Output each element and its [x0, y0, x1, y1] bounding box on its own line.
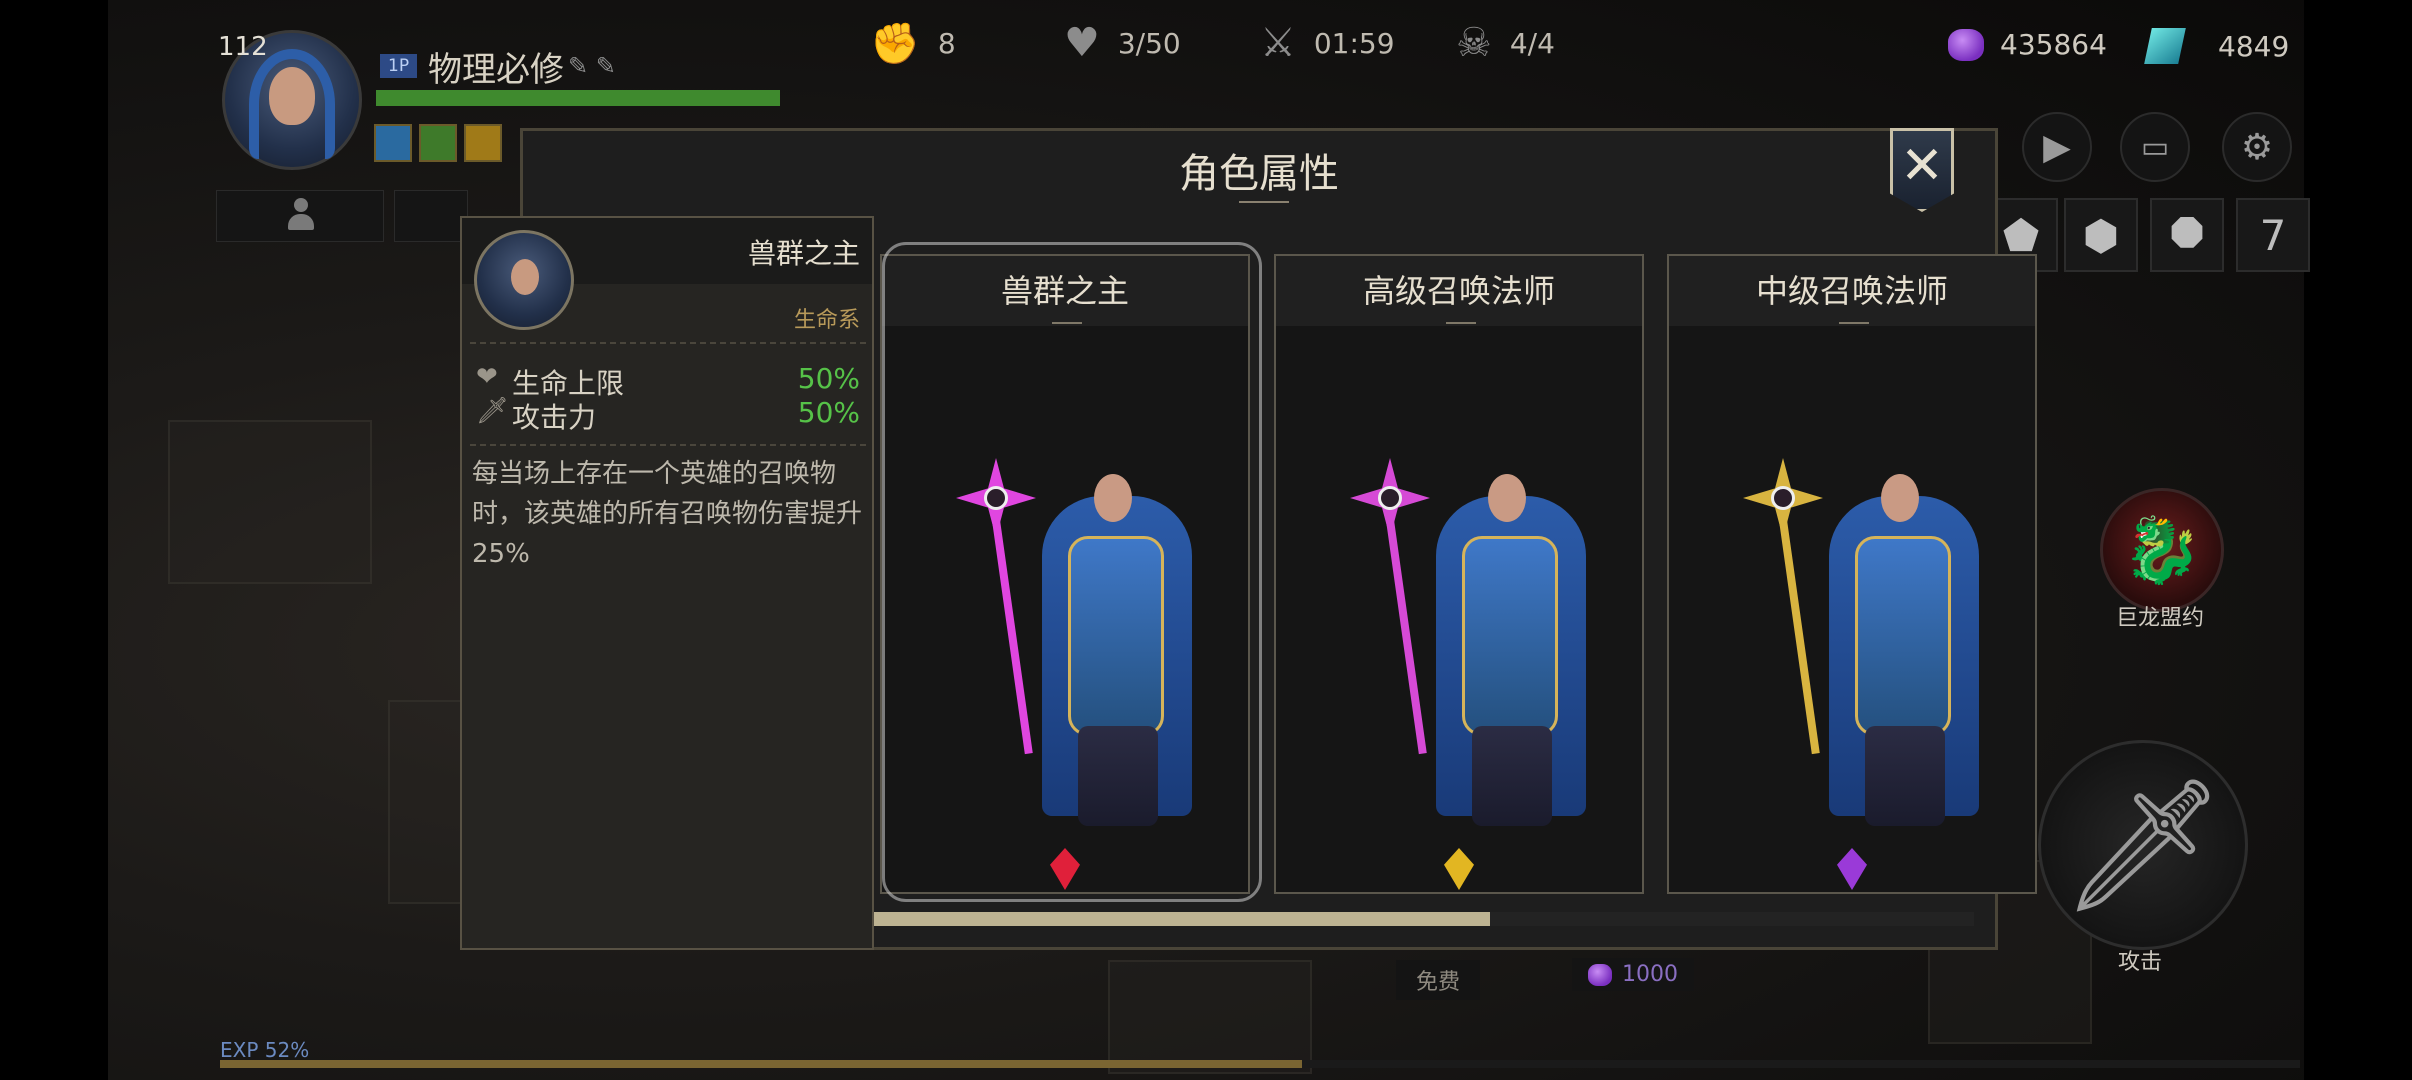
buff-row — [374, 124, 502, 162]
dialog-title: 角色属性 — [1179, 151, 1339, 197]
skull-icon: ☠ — [1456, 20, 1492, 66]
hero-legs — [1472, 726, 1552, 826]
tab-secondary[interactable] — [394, 190, 468, 242]
floor-tile — [168, 420, 372, 584]
hero-legs — [1865, 726, 1945, 826]
stat-value: 4/4 — [1509, 26, 1555, 60]
buff-icon[interactable] — [419, 124, 457, 162]
exp-label: EXP 52% — [220, 1038, 310, 1062]
hero-dress — [1462, 536, 1558, 736]
attack-button[interactable]: 🗡 — [2038, 740, 2248, 950]
avatar-face — [269, 67, 315, 125]
octagon-icon: ⯃ — [2170, 210, 2204, 259]
currency-value: 435864 — [2000, 28, 2107, 61]
skill-slot[interactable]: ⬢ — [2064, 198, 2138, 272]
hero-figure — [1276, 346, 1642, 826]
title-ornament — [1239, 201, 1289, 213]
skill-slot-7[interactable]: 7 — [2236, 198, 2310, 272]
free-label: 免费 — [1396, 960, 1481, 1000]
card-title: 高级召唤法师 — [1362, 272, 1555, 310]
divider — [470, 342, 866, 344]
fist-icon: ✊ — [870, 21, 920, 67]
title-badges-icon: ✎ ✎ — [568, 52, 616, 80]
person-icon — [286, 198, 316, 232]
player-level: 112 — [218, 32, 268, 62]
skin-card[interactable]: 中级召唤法师 — [1667, 254, 2037, 894]
currency-gems[interactable]: 435864 — [1948, 28, 2107, 61]
attack-label: 攻击 — [2117, 950, 2162, 975]
sword-icon: 🗡 — [476, 396, 510, 426]
hero-info-panel: 兽群之主 生命系 ❤ 生命上限 50% 🗡 攻击力 50% 每当场上存在一个英雄… — [460, 216, 874, 950]
purple-gem-icon — [1588, 963, 1612, 986]
hp-bar — [376, 90, 780, 106]
hero-portrait — [474, 230, 574, 330]
stat-value: 3/50 — [1117, 26, 1181, 60]
stat-row-hp: ❤ 生命上限 50% — [476, 362, 860, 400]
staff-eye-icon — [1771, 486, 1795, 510]
hero-dress — [1855, 536, 1951, 736]
rarity-gem-icon — [1444, 848, 1474, 890]
play-icon: ▶ — [2043, 126, 2071, 168]
card-ornament — [1839, 322, 1869, 330]
player-name: 物理必修 — [428, 50, 564, 90]
hero-name: 兽群之主 — [747, 237, 860, 270]
gear-icon: ⚙ — [2240, 126, 2274, 168]
sword-icon: 🗡 — [2060, 768, 2226, 921]
card-ornament — [1446, 322, 1476, 330]
buff-icon[interactable] — [374, 124, 412, 162]
dragon-icon: 🐉 — [2122, 513, 2202, 588]
stat-name: 攻击力 — [512, 401, 597, 434]
stat-wave: ☠ 4/4 — [1456, 20, 1555, 66]
dragon-pact-button[interactable]: 🐉 — [2100, 488, 2224, 612]
hp-bar-fill — [376, 90, 780, 106]
stat-timer: ⚔ 01:59 — [1260, 20, 1395, 66]
staff-pole — [1777, 505, 1820, 755]
skill-slot[interactable]: ⯃ — [2150, 198, 2224, 272]
screen-settings-button[interactable]: ▭ — [2120, 112, 2190, 182]
monitor-icon: ▭ — [2140, 129, 2170, 165]
hero-face — [1488, 474, 1526, 522]
hero-description: 每当场上存在一个英雄的召唤物时，该英雄的所有召唤物伤害提升25% — [472, 459, 863, 569]
cost-value: 1000 — [1622, 962, 1678, 987]
crossed-swords-icon: ⚔ — [1260, 20, 1296, 66]
currency-crystals[interactable]: 4849 — [2144, 28, 2290, 64]
pentagon-icon: ⬟ — [2002, 210, 2040, 260]
hero-face — [1881, 474, 1919, 522]
staff-eye-icon — [1378, 486, 1402, 510]
stat-row-attack: 🗡 攻击力 50% — [476, 396, 860, 434]
settings-button[interactable]: ⚙ — [2222, 112, 2292, 182]
rarity-gem-icon — [1837, 848, 1867, 890]
stat-value: 01:59 — [1313, 26, 1395, 60]
divider — [470, 444, 866, 446]
close-icon: ✕ — [1900, 136, 1944, 196]
skin-card[interactable]: 高级召唤法师 — [1274, 254, 1644, 894]
stat-value: 50% — [797, 396, 860, 429]
purple-gem-icon — [1948, 28, 1984, 61]
dragon-pact-label: 巨龙盟约 — [2115, 606, 2204, 631]
player-tag: 1P — [380, 54, 418, 78]
hero-class: 生命系 — [793, 308, 860, 333]
exp-bar — [220, 1060, 2300, 1068]
card-title: 中级召唤法师 — [1755, 272, 1948, 310]
play-button[interactable]: ▶ — [2022, 112, 2092, 182]
hexagon-icon: ⬢ — [2082, 210, 2120, 260]
selected-card-highlight — [882, 242, 1262, 902]
buff-icon[interactable] — [464, 124, 502, 162]
currency-value: 4849 — [2218, 29, 2290, 63]
cost-label: 1000 — [1572, 958, 1694, 991]
stat-lives: ♥ 3/50 — [1064, 20, 1181, 66]
heart-icon: ♥ — [1064, 20, 1100, 66]
hero-figure — [1669, 346, 2035, 826]
scrollbar-thumb[interactable] — [874, 912, 1490, 926]
skill-number: 7 — [2259, 210, 2287, 260]
heart-icon: ❤ — [476, 362, 498, 392]
stat-value: 8 — [937, 27, 956, 60]
floor-tile — [1108, 960, 1312, 1074]
staff-pole — [1384, 505, 1427, 755]
stat-power: ✊ 8 — [870, 20, 956, 67]
stat-value: 50% — [797, 362, 860, 395]
teal-crystal-icon — [2144, 28, 2186, 64]
exp-bar-fill — [220, 1060, 1302, 1068]
